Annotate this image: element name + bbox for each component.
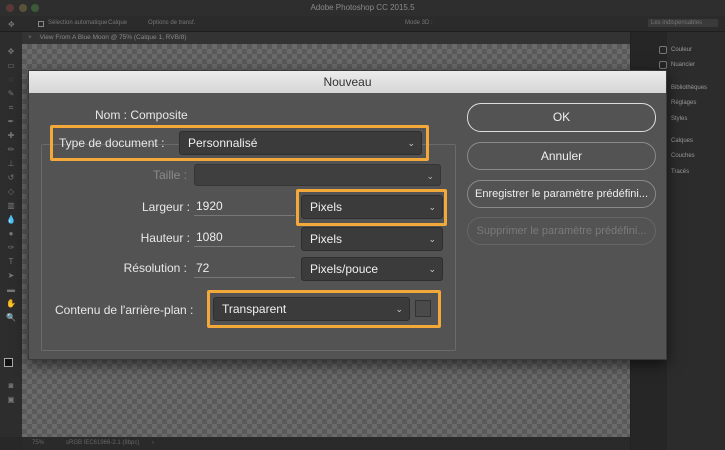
status-arrow-icon[interactable]: › (152, 437, 154, 450)
ok-button[interactable]: OK (467, 103, 656, 132)
resolution-unit-select[interactable]: Pixels/pouce ⌄ (301, 257, 443, 281)
color-panel-icon[interactable] (659, 46, 667, 54)
workspace-dropdown[interactable]: Les indispensables (648, 19, 718, 27)
screen-mode-icon[interactable]: ▣ (6, 396, 16, 404)
panel-layers[interactable]: Calques (671, 138, 693, 144)
options-bar: ✥ Sélection automatique : Calque Options… (0, 16, 725, 32)
doc-type-value: Personnalisé (188, 136, 258, 150)
new-document-dialog: Nouveau Nom : Composite Type de document… (28, 70, 667, 360)
width-unit-value: Pixels (310, 200, 343, 214)
close-window-button[interactable] (6, 4, 14, 12)
minimize-window-button[interactable] (19, 4, 27, 12)
resolution-label: Résolution : (123, 261, 187, 275)
panel-channels[interactable]: Couches (671, 153, 695, 159)
background-select[interactable]: Transparent ⌄ (213, 297, 410, 321)
eyedropper-tool-icon[interactable]: ✒ (6, 118, 16, 126)
height-unit-value: Pixels (310, 232, 343, 246)
pen-tool-icon[interactable]: ✑ (6, 244, 16, 252)
crop-tool-icon[interactable]: ⌗ (6, 104, 16, 112)
size-select[interactable]: ⌄ (194, 164, 441, 186)
swatches-panel-icon[interactable] (659, 61, 667, 69)
chevron-down-icon: ⌄ (428, 264, 436, 274)
panel-styles[interactable]: Styles (671, 116, 687, 122)
brush-tool-icon[interactable]: ✏ (6, 146, 16, 154)
background-color-swatch[interactable] (415, 300, 431, 317)
quick-mask-icon[interactable]: ◙ (6, 382, 16, 390)
height-label: Hauteur : (140, 231, 190, 245)
document-tab[interactable]: × View From A Blue Moon @ 75% (Calque 1,… (22, 32, 630, 44)
panel-swatches[interactable]: Nuancier (671, 62, 695, 68)
chevron-down-icon: ⌄ (395, 304, 403, 314)
auto-select-dropdown[interactable]: Calque (108, 20, 127, 26)
zoom-tool-icon[interactable]: 🔍 (6, 314, 16, 322)
chevron-down-icon: ⌄ (407, 138, 415, 148)
width-input[interactable]: 1920 (194, 194, 295, 216)
document-tab-title: View From A Blue Moon @ 75% (Calque 1, R… (39, 34, 187, 41)
panel-color[interactable]: Couleur (671, 47, 692, 53)
gradient-tool-icon[interactable]: ▥ (6, 202, 16, 210)
chevron-down-icon: ⌄ (428, 202, 436, 212)
resolution-unit-value: Pixels/pouce (310, 262, 379, 276)
chevron-down-icon: ⌄ (426, 171, 434, 181)
move-tool-icon[interactable]: ✥ (8, 20, 15, 29)
panel-libraries[interactable]: Bibliothèques (671, 85, 707, 91)
document-name-label: Nom : Composite (95, 108, 188, 122)
auto-select-checkbox[interactable] (38, 21, 44, 27)
height-unit-select[interactable]: Pixels ⌄ (301, 227, 443, 251)
transform-options-label[interactable]: Options de transf. (148, 20, 195, 26)
height-input[interactable]: 1080 (194, 225, 295, 247)
zoom-window-button[interactable] (31, 4, 39, 12)
history-brush-tool-icon[interactable]: ↺ (6, 174, 16, 182)
color-profile: sRGB IEC61966-2.1 (8bpc) (66, 440, 140, 446)
app-title: Adobe Photoshop CC 2015.5 (310, 3, 415, 12)
dodge-tool-icon[interactable]: ● (6, 230, 16, 238)
width-label: Largeur : (141, 200, 190, 214)
doc-type-select[interactable]: Personnalisé ⌄ (179, 131, 422, 155)
resolution-input[interactable]: 72 (194, 256, 295, 278)
type-tool-icon[interactable]: T (6, 258, 16, 266)
hand-tool-icon[interactable]: ✋ (6, 300, 16, 308)
size-label: Taille : (152, 168, 187, 182)
stamp-tool-icon[interactable]: ⊥ (6, 160, 16, 168)
panel-adjustments[interactable]: Réglages (671, 100, 696, 106)
blur-tool-icon[interactable]: 💧 (6, 216, 16, 224)
lasso-tool-icon[interactable]: ◌ (6, 76, 16, 84)
zoom-level[interactable]: 75% (32, 437, 44, 450)
dialog-title: Nouveau (29, 71, 666, 93)
foreground-color-swatch[interactable] (4, 358, 13, 367)
background-value: Transparent (222, 302, 287, 316)
background-label: Contenu de l'arrière-plan : (55, 303, 194, 317)
tools-panel: ✥ ▭ ◌ ✎ ⌗ ✒ ✚ ✏ ⊥ ↺ ◇ ▥ 💧 ● ✑ T ➤ ▬ ✋ 🔍 … (0, 32, 22, 437)
cancel-button[interactable]: Annuler (467, 142, 656, 170)
shape-tool-icon[interactable]: ▬ (6, 286, 16, 294)
marquee-tool-icon[interactable]: ▭ (6, 62, 16, 70)
status-bar: 75% sRGB IEC61966-2.1 (8bpc) › (22, 437, 630, 450)
app-title-bar: Adobe Photoshop CC 2015.5 (0, 0, 725, 16)
auto-select-label: Sélection automatique : (48, 20, 111, 26)
mode-3d-label: Mode 3D : (405, 20, 433, 26)
chevron-down-icon: ⌄ (428, 234, 436, 244)
delete-preset-button: Supprimer le paramètre prédéfini... (467, 217, 656, 245)
move-tool-icon[interactable]: ✥ (6, 48, 16, 56)
quick-select-tool-icon[interactable]: ✎ (6, 90, 16, 98)
panel-paths[interactable]: Tracés (671, 169, 689, 175)
close-tab-icon[interactable]: × (28, 34, 32, 41)
path-select-tool-icon[interactable]: ➤ (6, 272, 16, 280)
save-preset-button[interactable]: Enregistrer le paramètre prédéfini... (467, 180, 656, 208)
doc-type-label: Type de document : (59, 136, 165, 150)
healing-tool-icon[interactable]: ✚ (6, 132, 16, 140)
eraser-tool-icon[interactable]: ◇ (6, 188, 16, 196)
width-unit-select[interactable]: Pixels ⌄ (301, 195, 443, 219)
